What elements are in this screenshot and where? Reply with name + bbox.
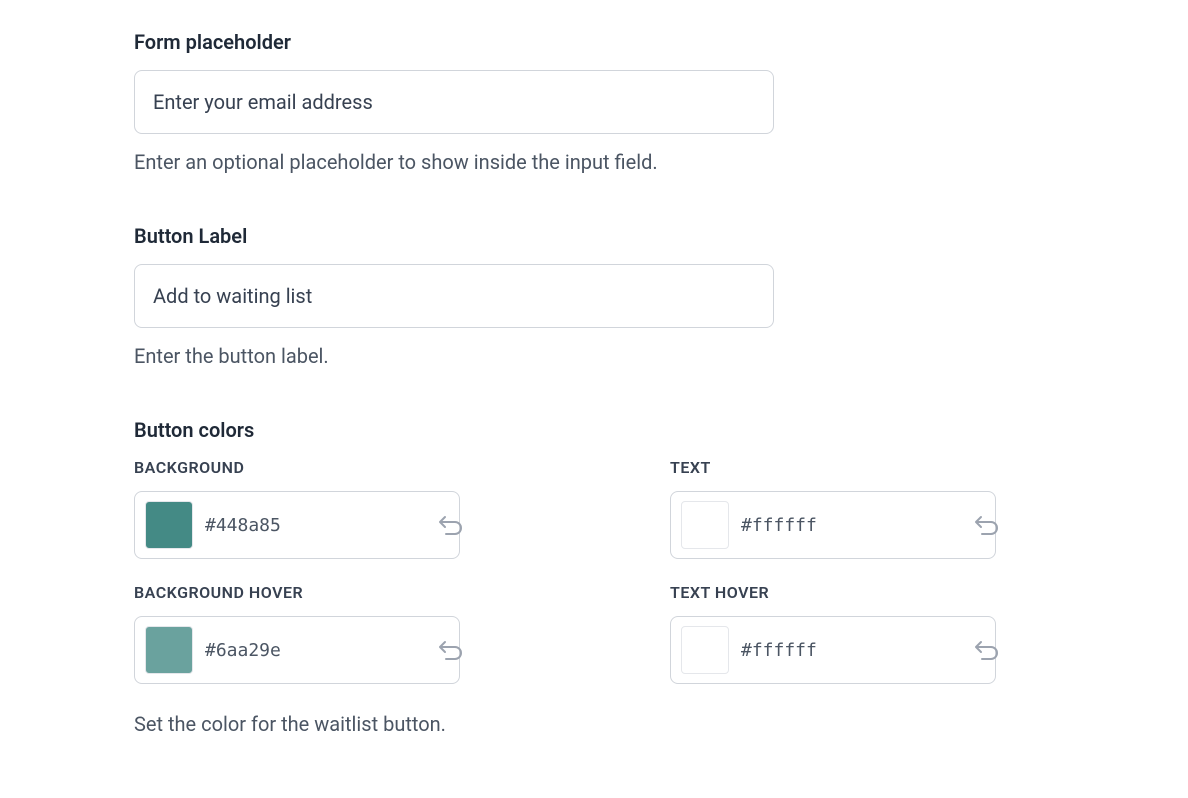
button-colors-help: Set the color for the waitlist button. xyxy=(134,712,1054,736)
color-label-text-hover: TEXT HOVER xyxy=(670,583,996,602)
undo-icon xyxy=(973,514,999,536)
button-label-help: Enter the button label. xyxy=(134,344,1054,368)
reset-button-text[interactable] xyxy=(973,511,999,539)
color-field-text-hover: TEXT HOVER xyxy=(670,583,996,684)
color-value-text[interactable] xyxy=(741,515,973,536)
button-label-label: Button Label xyxy=(134,224,1054,248)
reset-button-background-hover[interactable] xyxy=(437,636,463,664)
reset-button-background[interactable] xyxy=(437,511,463,539)
reset-button-text-hover[interactable] xyxy=(973,636,999,664)
button-colors-section: Button colors BACKGROUND TEXT xyxy=(134,418,1054,736)
form-placeholder-help: Enter an optional placeholder to show in… xyxy=(134,150,1054,174)
form-placeholder-group: Form placeholder Enter an optional place… xyxy=(134,30,1054,174)
color-input-text-hover xyxy=(670,616,996,684)
color-value-background-hover[interactable] xyxy=(205,640,437,661)
color-input-background xyxy=(134,491,460,559)
color-field-background: BACKGROUND xyxy=(134,458,460,559)
color-label-background: BACKGROUND xyxy=(134,458,460,477)
color-field-background-hover: BACKGROUND HOVER xyxy=(134,583,460,684)
button-label-group: Button Label Enter the button label. xyxy=(134,224,1054,368)
form-placeholder-input[interactable] xyxy=(134,70,774,134)
color-field-text: TEXT xyxy=(670,458,996,559)
color-value-text-hover[interactable] xyxy=(741,640,973,661)
color-value-background[interactable] xyxy=(205,515,437,536)
button-colors-heading: Button colors xyxy=(134,418,1054,442)
button-label-input[interactable] xyxy=(134,264,774,328)
undo-icon xyxy=(973,639,999,661)
color-swatch-text-hover[interactable] xyxy=(681,626,729,674)
undo-icon xyxy=(437,639,463,661)
color-swatch-background[interactable] xyxy=(145,501,193,549)
color-swatch-text[interactable] xyxy=(681,501,729,549)
button-colors-grid: BACKGROUND TEXT BACKGROUND HOVER xyxy=(134,458,996,684)
color-swatch-background-hover[interactable] xyxy=(145,626,193,674)
color-label-background-hover: BACKGROUND HOVER xyxy=(134,583,460,602)
color-label-text: TEXT xyxy=(670,458,996,477)
form-placeholder-label: Form placeholder xyxy=(134,30,1054,54)
undo-icon xyxy=(437,514,463,536)
color-input-text xyxy=(670,491,996,559)
color-input-background-hover xyxy=(134,616,460,684)
